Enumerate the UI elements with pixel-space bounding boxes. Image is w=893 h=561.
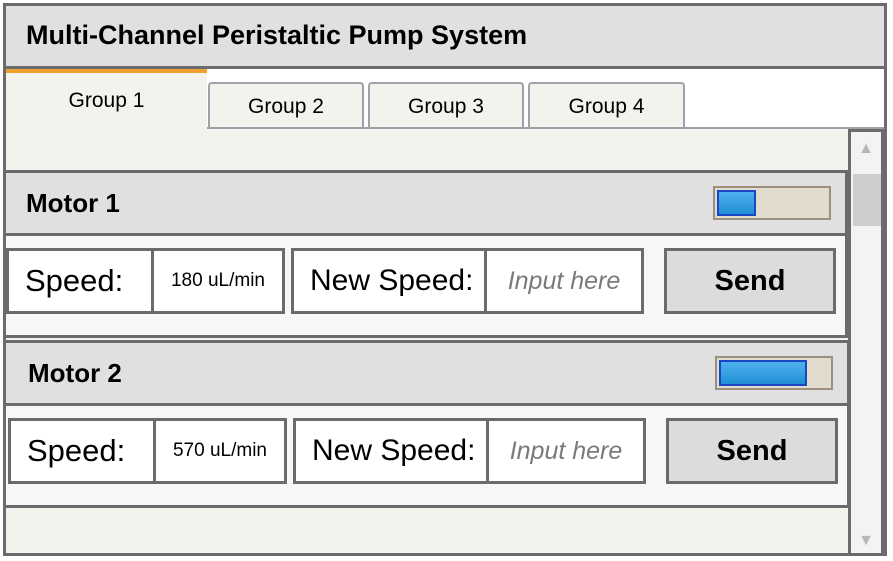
scrollbar-thumb[interactable]	[853, 174, 881, 226]
send-button[interactable]: Send	[664, 248, 836, 314]
tab-label: Group 1	[68, 89, 145, 112]
new-speed-input[interactable]	[487, 251, 641, 311]
motor-toggle[interactable]	[713, 186, 831, 220]
new-speed-input[interactable]	[489, 421, 643, 481]
app-window: Multi-Channel Peristaltic Pump System Gr…	[3, 3, 887, 556]
motor-toggle[interactable]	[715, 356, 833, 390]
app-title: Multi-Channel Peristaltic Pump System	[26, 20, 528, 50]
speed-label: Speed:	[8, 418, 158, 484]
tab-bar: Group 1 Group 2 Group 3 Group 4	[6, 69, 884, 129]
motor-header: Motor 2	[6, 343, 847, 406]
tab-group-4[interactable]: Group 4	[528, 82, 685, 129]
new-speed-field	[484, 248, 644, 314]
new-speed-label: New Speed:	[291, 248, 489, 314]
tab-label: Group 4	[568, 94, 645, 118]
motor-panel-1: Motor 1 Speed: 180 uL/min New Speed: Sen…	[6, 170, 848, 338]
speed-label: Speed:	[6, 248, 156, 314]
send-button[interactable]: Send	[666, 418, 838, 484]
motor-name: Motor 1	[26, 188, 120, 218]
motor-panel-2: Motor 2 Speed: 570 uL/min New Speed: Sen…	[6, 340, 850, 508]
tab-label: Group 2	[248, 94, 324, 118]
triangle-down-icon[interactable]: ▼	[851, 526, 881, 553]
vertical-scrollbar[interactable]: ▲ ▼	[848, 129, 884, 553]
new-speed-field	[486, 418, 646, 484]
speed-value: 570 uL/min	[153, 418, 287, 484]
speed-value: 180 uL/min	[151, 248, 285, 314]
tab-group-3[interactable]: Group 3	[368, 82, 524, 129]
motor-name: Motor 2	[28, 358, 122, 388]
toggle-fill	[717, 190, 756, 216]
tab-content: Motor 1 Speed: 180 uL/min New Speed: Sen…	[6, 129, 850, 553]
motor-header: Motor 1	[6, 173, 845, 236]
triangle-up-icon[interactable]: ▲	[851, 134, 881, 164]
tab-label: Group 3	[408, 94, 484, 118]
tab-group-1[interactable]: Group 1	[6, 69, 207, 129]
toggle-fill	[719, 360, 807, 386]
tab-group-2[interactable]: Group 2	[208, 82, 364, 129]
new-speed-label: New Speed:	[293, 418, 491, 484]
title-bar: Multi-Channel Peristaltic Pump System	[6, 6, 884, 69]
